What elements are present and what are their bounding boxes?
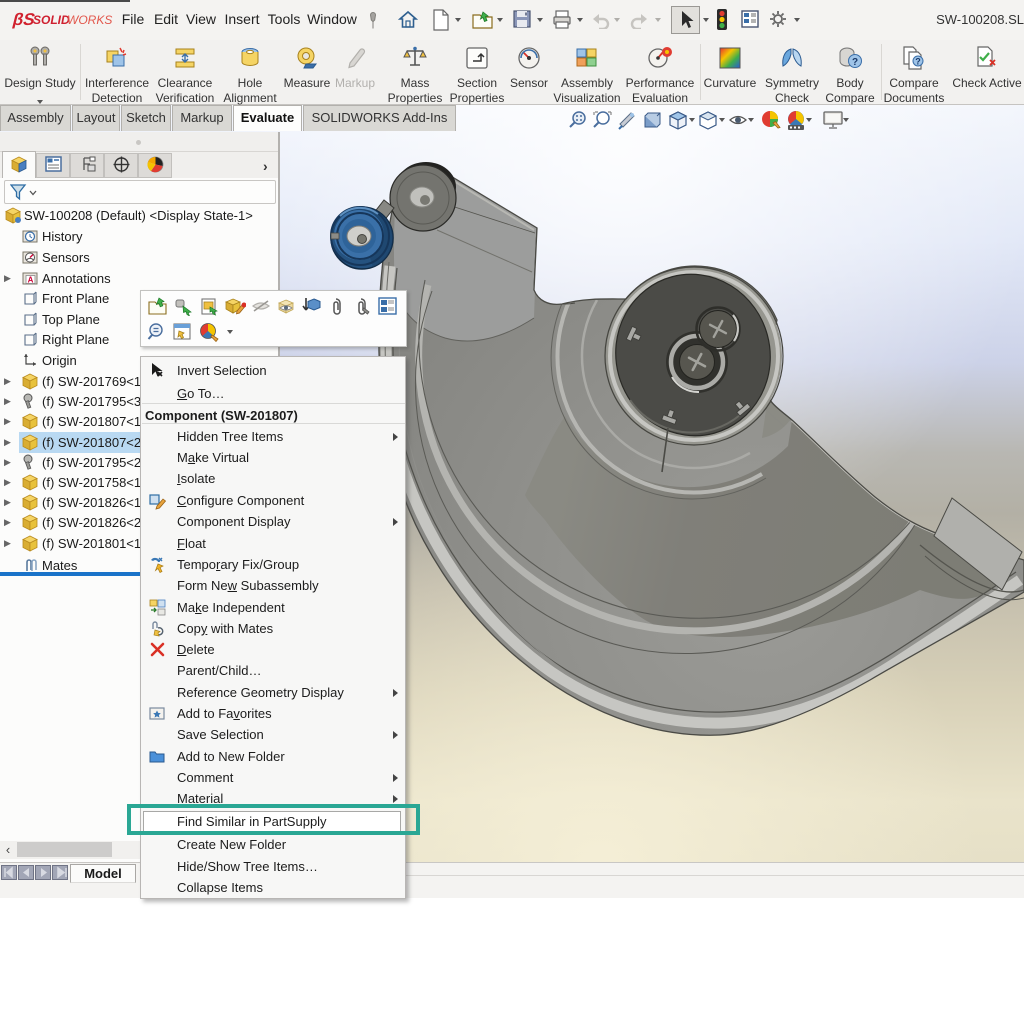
svg-text:SOLID: SOLID <box>33 13 70 27</box>
svg-text:?: ? <box>915 57 921 67</box>
svg-text:?: ? <box>852 57 858 68</box>
svg-text:WORKS: WORKS <box>67 13 112 27</box>
svg-text:A: A <box>28 276 34 285</box>
